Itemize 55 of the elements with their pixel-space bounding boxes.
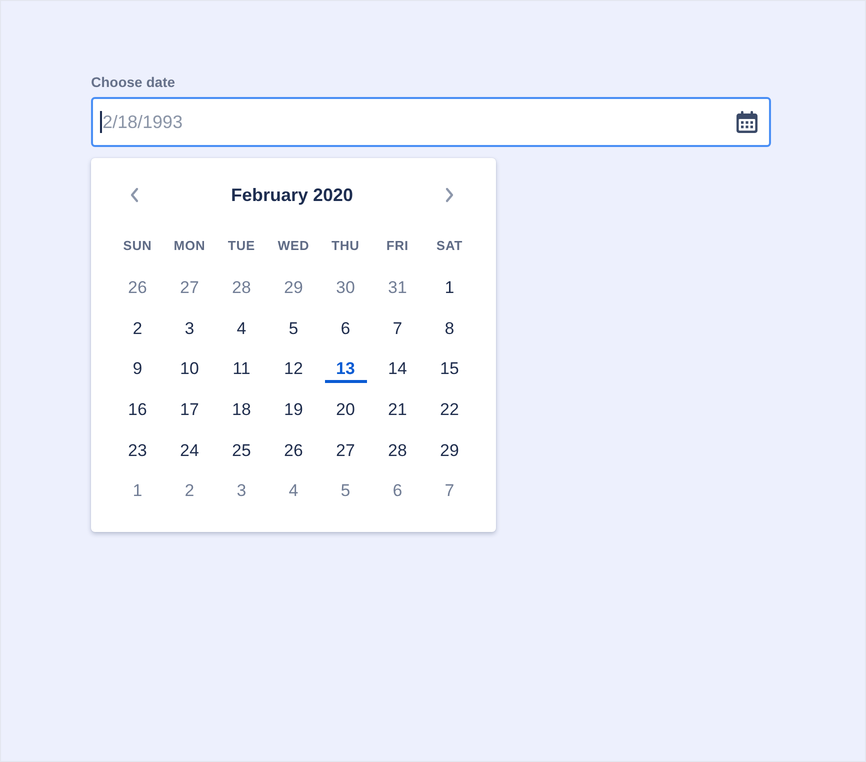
previous-month-button[interactable] xyxy=(129,186,141,204)
weekday-label: FRI xyxy=(386,238,409,254)
calendar-day[interactable]: 27 xyxy=(324,436,366,465)
calendar-day[interactable]: 15 xyxy=(428,355,470,384)
calendar-day[interactable]: 1 xyxy=(428,274,470,302)
calendar-day[interactable]: 2 xyxy=(168,477,210,506)
calendar-day[interactable]: 18 xyxy=(220,396,262,424)
weekday-label: SAT xyxy=(436,238,463,254)
calendar-day[interactable]: 25 xyxy=(220,436,262,465)
weekday-label: THU xyxy=(332,238,360,254)
calendar-day[interactable]: 22 xyxy=(428,396,470,424)
calendar-day[interactable]: 14 xyxy=(376,355,418,384)
calendar-day[interactable]: 4 xyxy=(220,314,262,343)
calendar-day[interactable]: 24 xyxy=(168,436,210,465)
calendar-day[interactable]: 31 xyxy=(376,274,418,302)
weekday-label: WED xyxy=(278,238,310,254)
calendar-day[interactable]: 21 xyxy=(376,396,418,424)
calendar-day[interactable]: 19 xyxy=(272,396,314,424)
calendar-day[interactable]: 17 xyxy=(168,396,210,424)
calendar-day[interactable]: 11 xyxy=(220,355,262,384)
weekday-label: SUN xyxy=(123,238,152,254)
calendar-day[interactable]: 28 xyxy=(376,436,418,465)
calendar-day[interactable]: 9 xyxy=(116,355,158,384)
calendar-day[interactable]: 5 xyxy=(272,314,314,343)
calendar-day[interactable]: 8 xyxy=(428,314,470,343)
weekday-label: TUE xyxy=(228,238,256,254)
calendar-day[interactable]: 26 xyxy=(116,274,158,302)
calendar-day[interactable]: 29 xyxy=(272,274,314,302)
calendar-day[interactable]: 6 xyxy=(376,477,418,506)
calendar-day[interactable]: 13 xyxy=(324,355,366,384)
date-input-field[interactable]: 2/18/1993 xyxy=(91,97,771,147)
calendar-day[interactable]: 16 xyxy=(116,396,158,424)
calendar-day[interactable]: 10 xyxy=(168,355,210,384)
weekday-label: MON xyxy=(174,238,206,254)
calendar-day[interactable]: 7 xyxy=(376,314,418,343)
calendar-day[interactable]: 30 xyxy=(324,274,366,302)
calendar-day[interactable]: 5 xyxy=(324,477,366,506)
calendar-day[interactable]: 3 xyxy=(168,314,210,343)
calendar-day[interactable]: 20 xyxy=(324,396,366,424)
calendar-day[interactable]: 3 xyxy=(220,477,262,506)
calendar-day[interactable]: 27 xyxy=(168,274,210,302)
calendar-day[interactable]: 7 xyxy=(428,477,470,506)
calendar-icon[interactable] xyxy=(735,110,759,134)
calendar-day[interactable]: 2 xyxy=(116,314,158,343)
field-label: Choose date xyxy=(91,73,176,91)
calendar-day[interactable]: 28 xyxy=(220,274,262,302)
text-cursor-icon xyxy=(100,111,102,133)
calendar-day[interactable]: 12 xyxy=(272,355,314,384)
calendar-day[interactable]: 29 xyxy=(428,436,470,465)
month-title: February 2020 xyxy=(230,184,354,207)
calendar-day[interactable]: 6 xyxy=(324,314,366,343)
calendar-day[interactable]: 23 xyxy=(116,436,158,465)
calendar-day[interactable]: 1 xyxy=(116,477,158,506)
calendar-day[interactable]: 26 xyxy=(272,436,314,465)
calendar-day[interactable]: 4 xyxy=(272,477,314,506)
